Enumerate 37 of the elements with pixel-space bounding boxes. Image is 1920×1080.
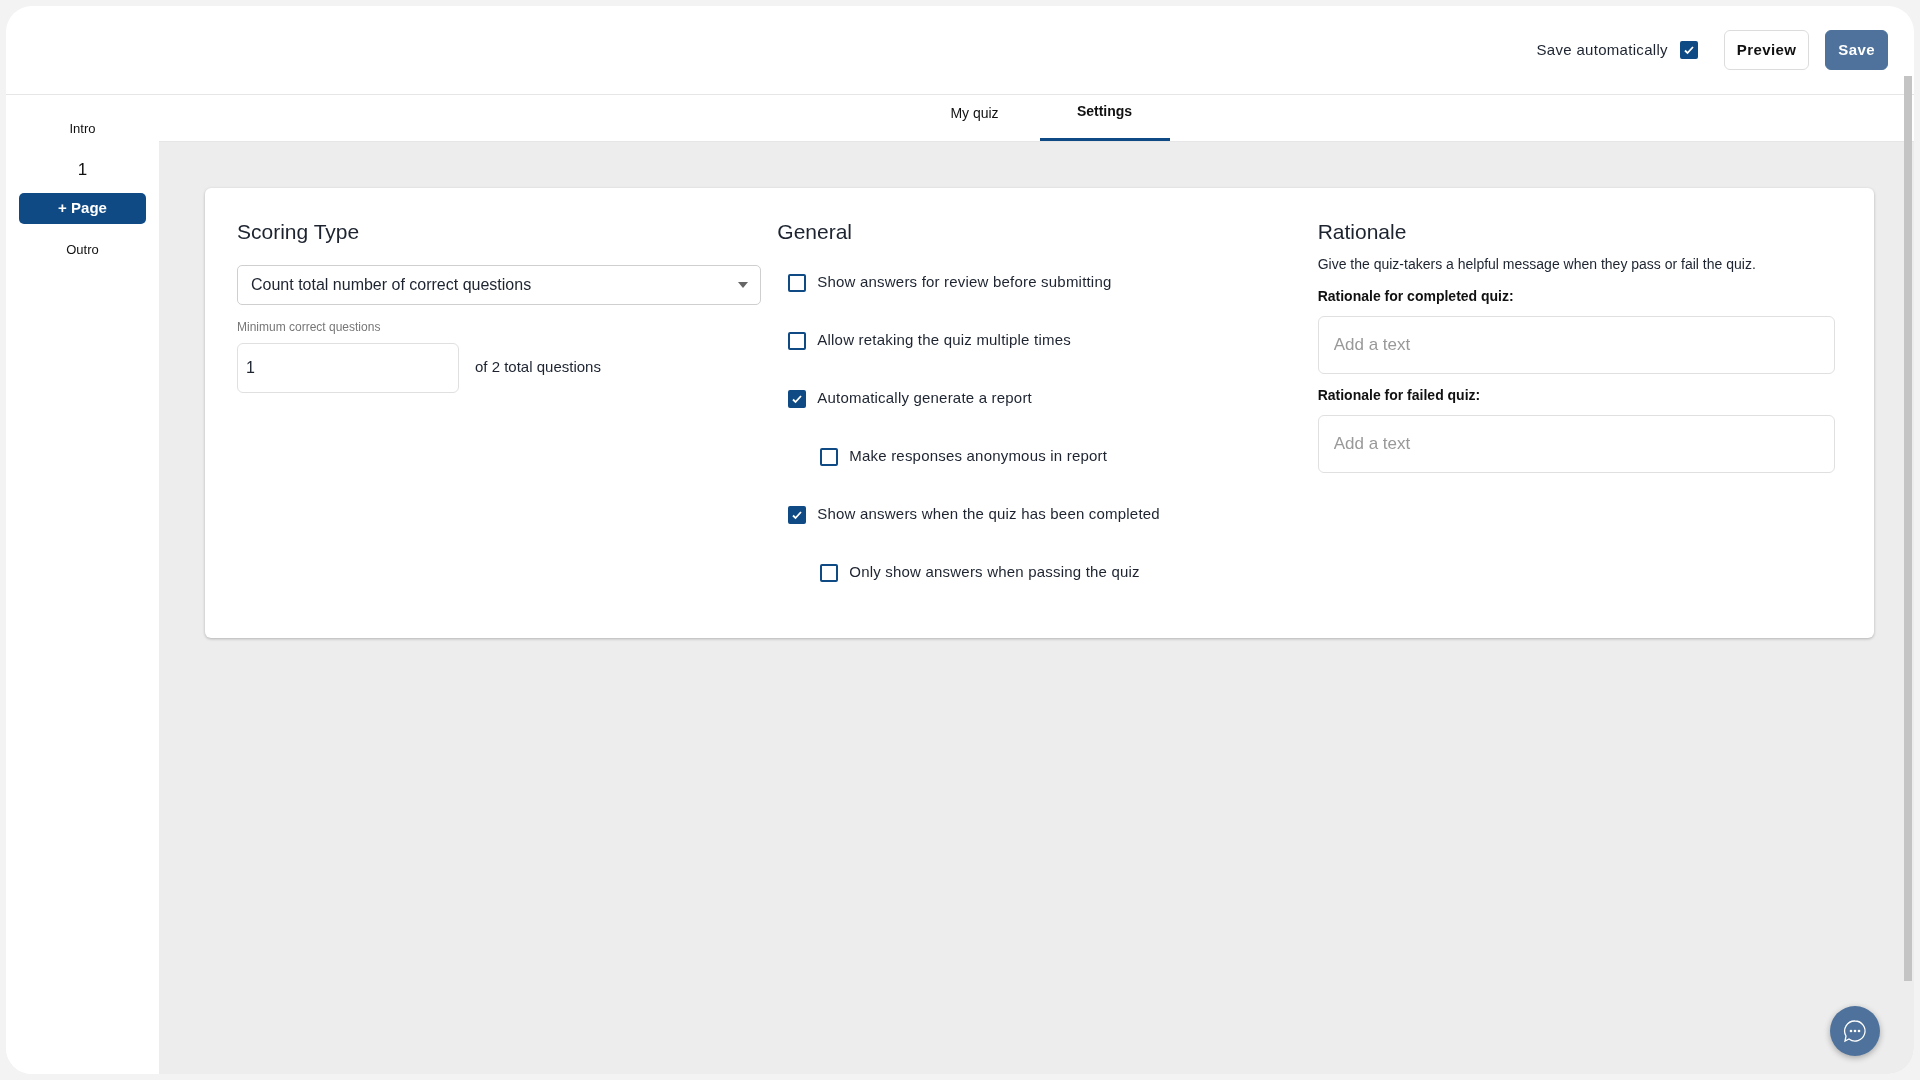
checkbox[interactable] (788, 389, 807, 408)
total-questions-text: of 2 total questions (475, 357, 601, 378)
option-label: Show answers for review before submitting (817, 272, 1112, 293)
preview-button[interactable]: Preview (1723, 30, 1810, 70)
scrollbar[interactable] (1904, 76, 1912, 981)
section-title: Rationale (1317, 219, 1408, 245)
option-label: Automatically generate a report (817, 388, 1032, 409)
field-label: Rationale for completed quiz: (1317, 286, 1515, 306)
checkmark-icon (1682, 44, 1695, 56)
chat-bubble-icon (1842, 1018, 1868, 1044)
field-label: Rationale for failed quiz: (1317, 385, 1482, 405)
sidebar-item[interactable]: Intro (69, 119, 96, 139)
section-title: General (777, 219, 854, 245)
option-label: Allow retaking the quiz multiple times (817, 330, 1071, 351)
rationale-description: Give the quiz-takers a helpful message when they pass or fail the quiz. (1317, 254, 1757, 274)
rationale-input[interactable]: Add a text (1317, 414, 1835, 473)
tab[interactable]: My quiz (909, 94, 1040, 141)
autosave-label: Save automatically (1536, 39, 1668, 60)
scoring-select[interactable]: Count total number of correct questions (237, 264, 762, 305)
checkbox[interactable] (788, 505, 807, 524)
checkbox[interactable] (820, 563, 839, 582)
minimum-input[interactable]: 1 (237, 342, 459, 393)
checkbox[interactable] (788, 273, 807, 292)
add-page-button[interactable]: + Page (19, 193, 146, 224)
option-label: Only show answers when passing the quiz (849, 562, 1140, 583)
field-label: Minimum correct questions (237, 318, 382, 336)
checkbox[interactable] (820, 447, 839, 466)
section-title: Scoring Type (237, 219, 361, 245)
sidebar-item[interactable]: Outro (66, 240, 99, 260)
option-label: Show answers when the quiz has been completed (817, 504, 1160, 525)
page-number[interactable]: 1 (77, 156, 88, 182)
dropdown-caret-icon (738, 281, 749, 288)
option-label: Make responses anonymous in report (849, 446, 1108, 467)
save-button[interactable]: Save (1825, 30, 1888, 70)
checkbox[interactable] (788, 331, 807, 350)
checkbox[interactable] (1679, 41, 1698, 59)
rationale-input[interactable]: Add a text (1317, 315, 1835, 374)
